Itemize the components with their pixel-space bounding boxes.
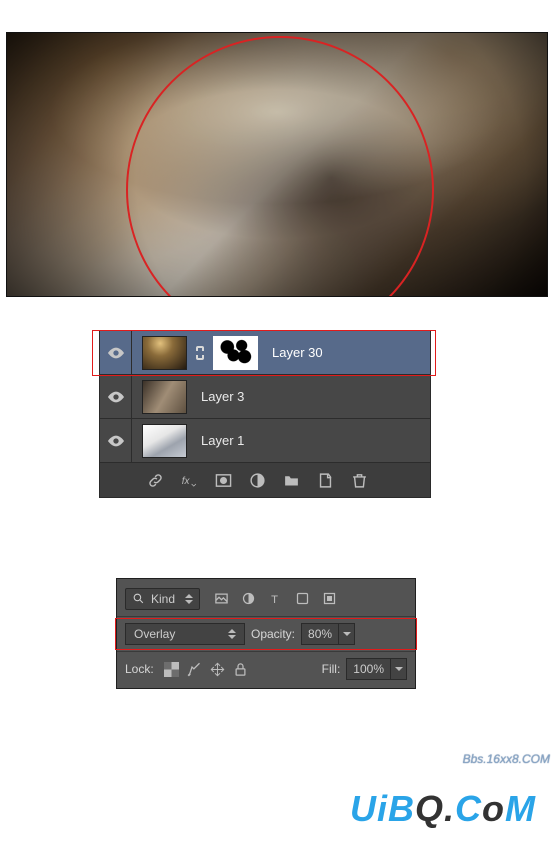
- layer-thumbnail[interactable]: [142, 424, 187, 458]
- layer-row[interactable]: Layer 3: [100, 375, 430, 419]
- delete-layer-icon[interactable]: [351, 472, 368, 489]
- lock-pixels-icon[interactable]: [187, 662, 202, 677]
- blend-mode-value: Overlay: [134, 627, 175, 641]
- layer-name-label: Layer 30: [272, 345, 323, 360]
- layer-row[interactable]: Layer 30: [100, 331, 430, 375]
- lock-row: Lock: Fill: 100%: [117, 651, 415, 686]
- layer-row-body[interactable]: Layer 3: [132, 380, 430, 414]
- eye-icon: [108, 391, 124, 403]
- fill-input[interactable]: 100%: [346, 658, 391, 680]
- layer-thumbnail[interactable]: [142, 336, 187, 370]
- lock-label: Lock:: [125, 662, 154, 676]
- lock-all-icon[interactable]: [233, 662, 248, 677]
- stepper-icon: [181, 594, 197, 604]
- fx-icon[interactable]: fx: [181, 472, 198, 489]
- filter-pixel-icon[interactable]: [214, 591, 229, 606]
- visibility-toggle[interactable]: [100, 375, 132, 418]
- new-group-icon[interactable]: [283, 472, 300, 489]
- link-icon: [196, 346, 204, 360]
- filter-smart-icon[interactable]: [322, 591, 337, 606]
- add-mask-icon[interactable]: [215, 472, 232, 489]
- layer-row[interactable]: Layer 1: [100, 419, 430, 463]
- eye-icon: [108, 435, 124, 447]
- layers-panel: Layer 30 Layer 3 Layer 1 fx: [99, 330, 431, 498]
- stepper-icon: [224, 629, 240, 639]
- layers-panel-footer: fx: [100, 463, 430, 497]
- layer-options-panel: Kind T Overlay Opacity: 80% Lock:: [116, 578, 416, 689]
- mask-link-icon[interactable]: [193, 338, 207, 368]
- adjustment-layer-icon[interactable]: [249, 472, 266, 489]
- filter-kind-label: Kind: [145, 592, 181, 606]
- search-icon: [132, 592, 145, 605]
- layer-row-body[interactable]: Layer 1: [132, 424, 430, 458]
- brand-logo: UiBQ.CoM: [350, 788, 536, 830]
- eye-icon: [108, 347, 124, 359]
- visibility-toggle[interactable]: [100, 419, 132, 462]
- svg-text:T: T: [271, 594, 278, 606]
- filter-kind-dropdown[interactable]: Kind: [125, 588, 200, 610]
- layer-thumbnail[interactable]: [142, 380, 187, 414]
- new-layer-icon[interactable]: [317, 472, 334, 489]
- filter-shape-icon[interactable]: [295, 591, 310, 606]
- blend-mode-dropdown[interactable]: Overlay: [125, 623, 245, 645]
- layer-name-label: Layer 3: [201, 389, 244, 404]
- filter-type-icon[interactable]: T: [268, 591, 283, 606]
- visibility-toggle[interactable]: [100, 331, 132, 374]
- filter-row: Kind T: [117, 581, 415, 616]
- opacity-label: Opacity:: [251, 627, 295, 641]
- opacity-flyout-button[interactable]: [339, 623, 355, 645]
- layer-name-label: Layer 1: [201, 433, 244, 448]
- layer-row-body[interactable]: Layer 30: [132, 336, 430, 370]
- filter-adjust-icon[interactable]: [241, 591, 256, 606]
- blend-row: Overlay Opacity: 80%: [117, 616, 415, 651]
- opacity-value: 80%: [308, 627, 332, 641]
- fill-label: Fill:: [322, 662, 341, 676]
- link-layers-icon[interactable]: [147, 472, 164, 489]
- layer-mask-thumbnail[interactable]: [213, 336, 258, 370]
- opacity-input[interactable]: 80%: [301, 623, 339, 645]
- fill-value: 100%: [353, 662, 384, 676]
- watermark-url: Bbs.16xx8.COM: [463, 752, 550, 766]
- fill-flyout-button[interactable]: [391, 658, 407, 680]
- lock-position-icon[interactable]: [210, 662, 225, 677]
- document-canvas: [6, 32, 548, 297]
- svg-text:fx: fx: [182, 476, 191, 487]
- lock-transparency-icon[interactable]: [164, 662, 179, 677]
